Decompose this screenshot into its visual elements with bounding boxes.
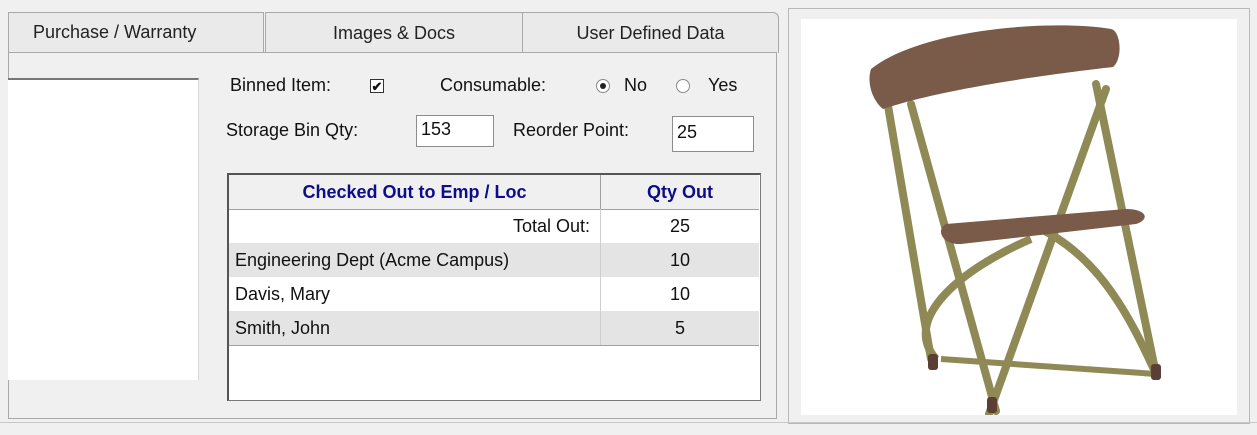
storage-bin-qty-label: Storage Bin Qty: (226, 120, 359, 140)
reorder-point-label: Reorder Point: (513, 120, 630, 140)
table-row[interactable]: Engineering Dept (Acme Campus) 10 (229, 243, 759, 277)
row-qty-out: 10 (669, 283, 691, 304)
storage-bin-qty-field[interactable]: 153 (416, 115, 494, 147)
item-image-area[interactable] (801, 19, 1237, 418)
column-header-qty-out[interactable]: Qty Out (601, 175, 759, 209)
item-image-frame (788, 8, 1250, 424)
left-listbox[interactable] (8, 78, 199, 380)
binned-item-label: Binned Item: (230, 75, 332, 95)
table-row[interactable]: Smith, John 5 (229, 311, 759, 345)
consumable-no-label: No (624, 75, 648, 95)
checkout-table[interactable]: Checked Out to Emp / Loc Qty Out Total O… (227, 173, 761, 401)
row-emp-loc: Smith, John (229, 311, 601, 345)
folding-chair-image (869, 25, 1161, 418)
table-divider (229, 345, 759, 346)
consumable-label: Consumable: (440, 75, 547, 95)
consumable-yes-radio[interactable] (676, 79, 690, 93)
consumable-yes-label: Yes (708, 75, 738, 95)
status-separator (0, 422, 1257, 423)
tab-purchase-warranty[interactable]: Purchase / Warranty (8, 12, 264, 52)
checkout-table-header: Checked Out to Emp / Loc Qty Out (229, 175, 759, 210)
tab-images-docs[interactable]: Images & Docs (265, 12, 523, 53)
row-emp-loc: Davis, Mary (229, 277, 601, 311)
total-row: Total Out: 25 (229, 209, 759, 243)
total-out-label: Total Out: (229, 209, 601, 243)
binned-item-checkbox[interactable]: ✔ (370, 79, 384, 93)
table-row[interactable]: Davis, Mary 10 (229, 277, 759, 311)
item-detail-panel: Purchase / Warranty Images & Docs User D… (0, 0, 788, 435)
reorder-point-field[interactable]: 25 (672, 116, 754, 152)
row-emp-loc: Engineering Dept (Acme Campus) (229, 243, 601, 277)
consumable-no-radio[interactable] (596, 79, 610, 93)
tab-user-defined-data[interactable]: User Defined Data (522, 12, 779, 53)
total-out-value: 25 (669, 215, 691, 236)
column-header-emp-loc[interactable]: Checked Out to Emp / Loc (229, 175, 601, 209)
row-qty-out: 10 (669, 249, 691, 270)
row-qty-out: 5 (674, 317, 685, 338)
